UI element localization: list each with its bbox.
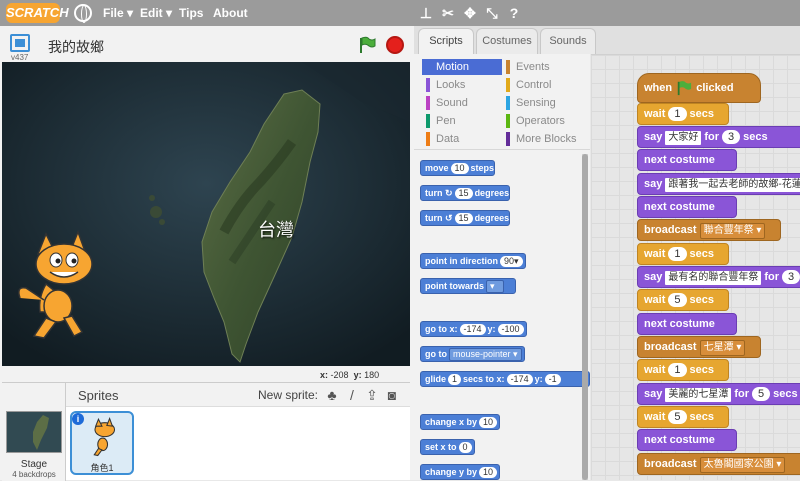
category-motion[interactable]: Motion [422, 59, 502, 75]
edit-menu[interactable]: Edit ▾ [140, 6, 172, 20]
block-turn-left[interactable]: turn ↺ 15 degrees [420, 210, 511, 226]
stage-selector[interactable]: Stage 4 backdrops [2, 383, 66, 481]
category-events[interactable]: Events [502, 59, 582, 75]
duplicate-stamp-icon[interactable]: ⊥ [418, 5, 434, 21]
block-turn-right[interactable]: turn ↻ 15 degrees [420, 185, 511, 201]
script-block-broadcast[interactable]: broadcast 聯合豐年祭 ▾ [637, 219, 781, 241]
script-block-wait[interactable]: wait 1 secs [637, 359, 729, 381]
script-block-say-for[interactable]: say 最有名的聯合豐年祭 for 3 [637, 266, 800, 288]
category-looks[interactable]: Looks [422, 77, 502, 93]
sprite-thumbnail[interactable]: i 角色1 [70, 411, 134, 475]
category-list: Motion Looks Sound Pen Data Events Contr… [414, 54, 590, 150]
block-point-towards[interactable]: point towards ▾ [420, 278, 516, 294]
tips-menu[interactable]: Tips [179, 6, 203, 20]
script-block-next-costume[interactable]: next costume [637, 429, 737, 451]
about-menu[interactable]: About [213, 6, 248, 20]
delete-scissors-icon[interactable]: ✂ [440, 5, 456, 21]
mouse-coordinates: x: -208 y: 180 [320, 370, 380, 380]
block-change-y[interactable]: change y by 10 [420, 464, 501, 480]
palette-blocks: move 10 steps turn ↻ 15 degrees turn ↺ 15 degr… [414, 150, 590, 480]
block-glide[interactable]: glide 1 secs to x: -174 y: -1 [420, 371, 590, 387]
block-set-x[interactable]: set x to 0 [420, 439, 475, 455]
category-pen[interactable]: Pen [422, 113, 502, 129]
help-icon[interactable]: ? [506, 5, 522, 21]
backdrop-count: 4 backdrops [12, 470, 56, 479]
script-block-wait[interactable]: wait 5 secs [637, 289, 729, 311]
stage-canvas[interactable]: 台灣 [2, 62, 410, 366]
sprites-title: Sprites [78, 388, 119, 403]
scripts-area[interactable]: when clicked wait 1 secs say 大家好 for 3 secs ne… [591, 54, 800, 480]
block-point-in-direction[interactable]: point in direction 90▾ [420, 253, 526, 269]
when-flag-clicked-block[interactable]: when clicked [637, 73, 761, 103]
stop-icon[interactable] [386, 36, 404, 54]
green-flag-icon [677, 81, 692, 96]
fullscreen-icon[interactable] [10, 34, 30, 52]
new-sprite-label: New sprite: [258, 388, 319, 402]
script-block-say-for[interactable]: say 大家好 for 3 secs [637, 126, 800, 148]
language-globe-icon[interactable] [74, 4, 92, 23]
palette-scrollbar[interactable] [582, 154, 588, 480]
block-palette: Motion Looks Sound Pen Data Events Contr… [414, 54, 590, 480]
script-block-next-costume[interactable]: next costume [637, 196, 737, 218]
menu-bar: SCRATCH File ▾ Edit ▾ Tips About ⊥ ✂ ✥ ⤡… [0, 0, 800, 26]
map-label: 台灣 [258, 220, 294, 241]
stage-pane: v437 我的故鄉 台灣 x: -208 y: 180 Stage 4 back… [0, 26, 414, 481]
shrink-icon[interactable]: ⤡ [484, 5, 500, 21]
stage-label: Stage [20, 459, 48, 470]
green-flag-icon[interactable] [358, 36, 376, 54]
project-title[interactable]: 我的故鄉 [48, 37, 104, 57]
category-operators[interactable]: Operators [502, 113, 582, 129]
block-go-to[interactable]: go to mouse-pointer ▾ [420, 346, 525, 362]
tab-costumes[interactable]: Costumes [476, 28, 538, 54]
stage-thumbnail[interactable] [6, 411, 62, 453]
editor-tabs: Scripts Costumes Sounds [414, 26, 800, 54]
tab-sounds[interactable]: Sounds [540, 28, 596, 54]
paint-brush-icon[interactable]: / [344, 387, 360, 403]
category-control[interactable]: Control [502, 77, 582, 93]
sprites-header: Sprites New sprite: ♣ / ⇪ ◙ [66, 383, 410, 407]
script-block-say[interactable]: say 跟著我一起去老師的故鄉-花蓮 [637, 173, 800, 195]
category-data[interactable]: Data [422, 131, 502, 147]
sprite-library-icon[interactable]: ♣ [324, 387, 340, 403]
scratch-logo[interactable]: SCRATCH [6, 3, 69, 23]
script-block-say-for[interactable]: say 美麗的七星潭 for 5 secs [637, 383, 800, 405]
sprites-pane: Stage 4 backdrops Sprites New sprite: ♣ … [2, 382, 410, 481]
script-block-broadcast[interactable]: broadcast 七星潭 ▾ [637, 336, 761, 358]
block-move-steps[interactable]: move 10 steps [420, 160, 496, 176]
camera-icon[interactable]: ◙ [384, 387, 400, 403]
script-block-next-costume[interactable]: next costume [637, 149, 737, 171]
category-sound[interactable]: Sound [422, 95, 502, 111]
script-block-wait[interactable]: wait 1 secs [637, 243, 729, 265]
script-block-broadcast[interactable]: broadcast 太魯閣國家公園 ▾ [637, 453, 800, 475]
version-label: v437 [11, 53, 29, 62]
tab-scripts[interactable]: Scripts [418, 28, 474, 54]
grow-icon[interactable]: ✥ [462, 5, 478, 21]
upload-icon[interactable]: ⇪ [364, 387, 380, 403]
cat-sprite[interactable] [16, 228, 102, 342]
block-go-to-xy[interactable]: go to x: -174 y: -100 [420, 321, 527, 337]
script-block-wait[interactable]: wait 1 secs [637, 103, 729, 125]
script-block-next-costume[interactable]: next costume [637, 313, 737, 335]
stage-header: v437 我的故鄉 [0, 26, 414, 62]
script-block-wait[interactable]: wait 5 secs [637, 406, 729, 428]
info-icon[interactable]: i [72, 413, 84, 425]
sprite-name: 角色1 [90, 463, 114, 473]
category-sensing[interactable]: Sensing [502, 95, 582, 111]
file-menu[interactable]: File ▾ [103, 6, 133, 20]
category-more-blocks[interactable]: More Blocks [502, 131, 582, 147]
block-change-x[interactable]: change x by 10 [420, 414, 501, 430]
